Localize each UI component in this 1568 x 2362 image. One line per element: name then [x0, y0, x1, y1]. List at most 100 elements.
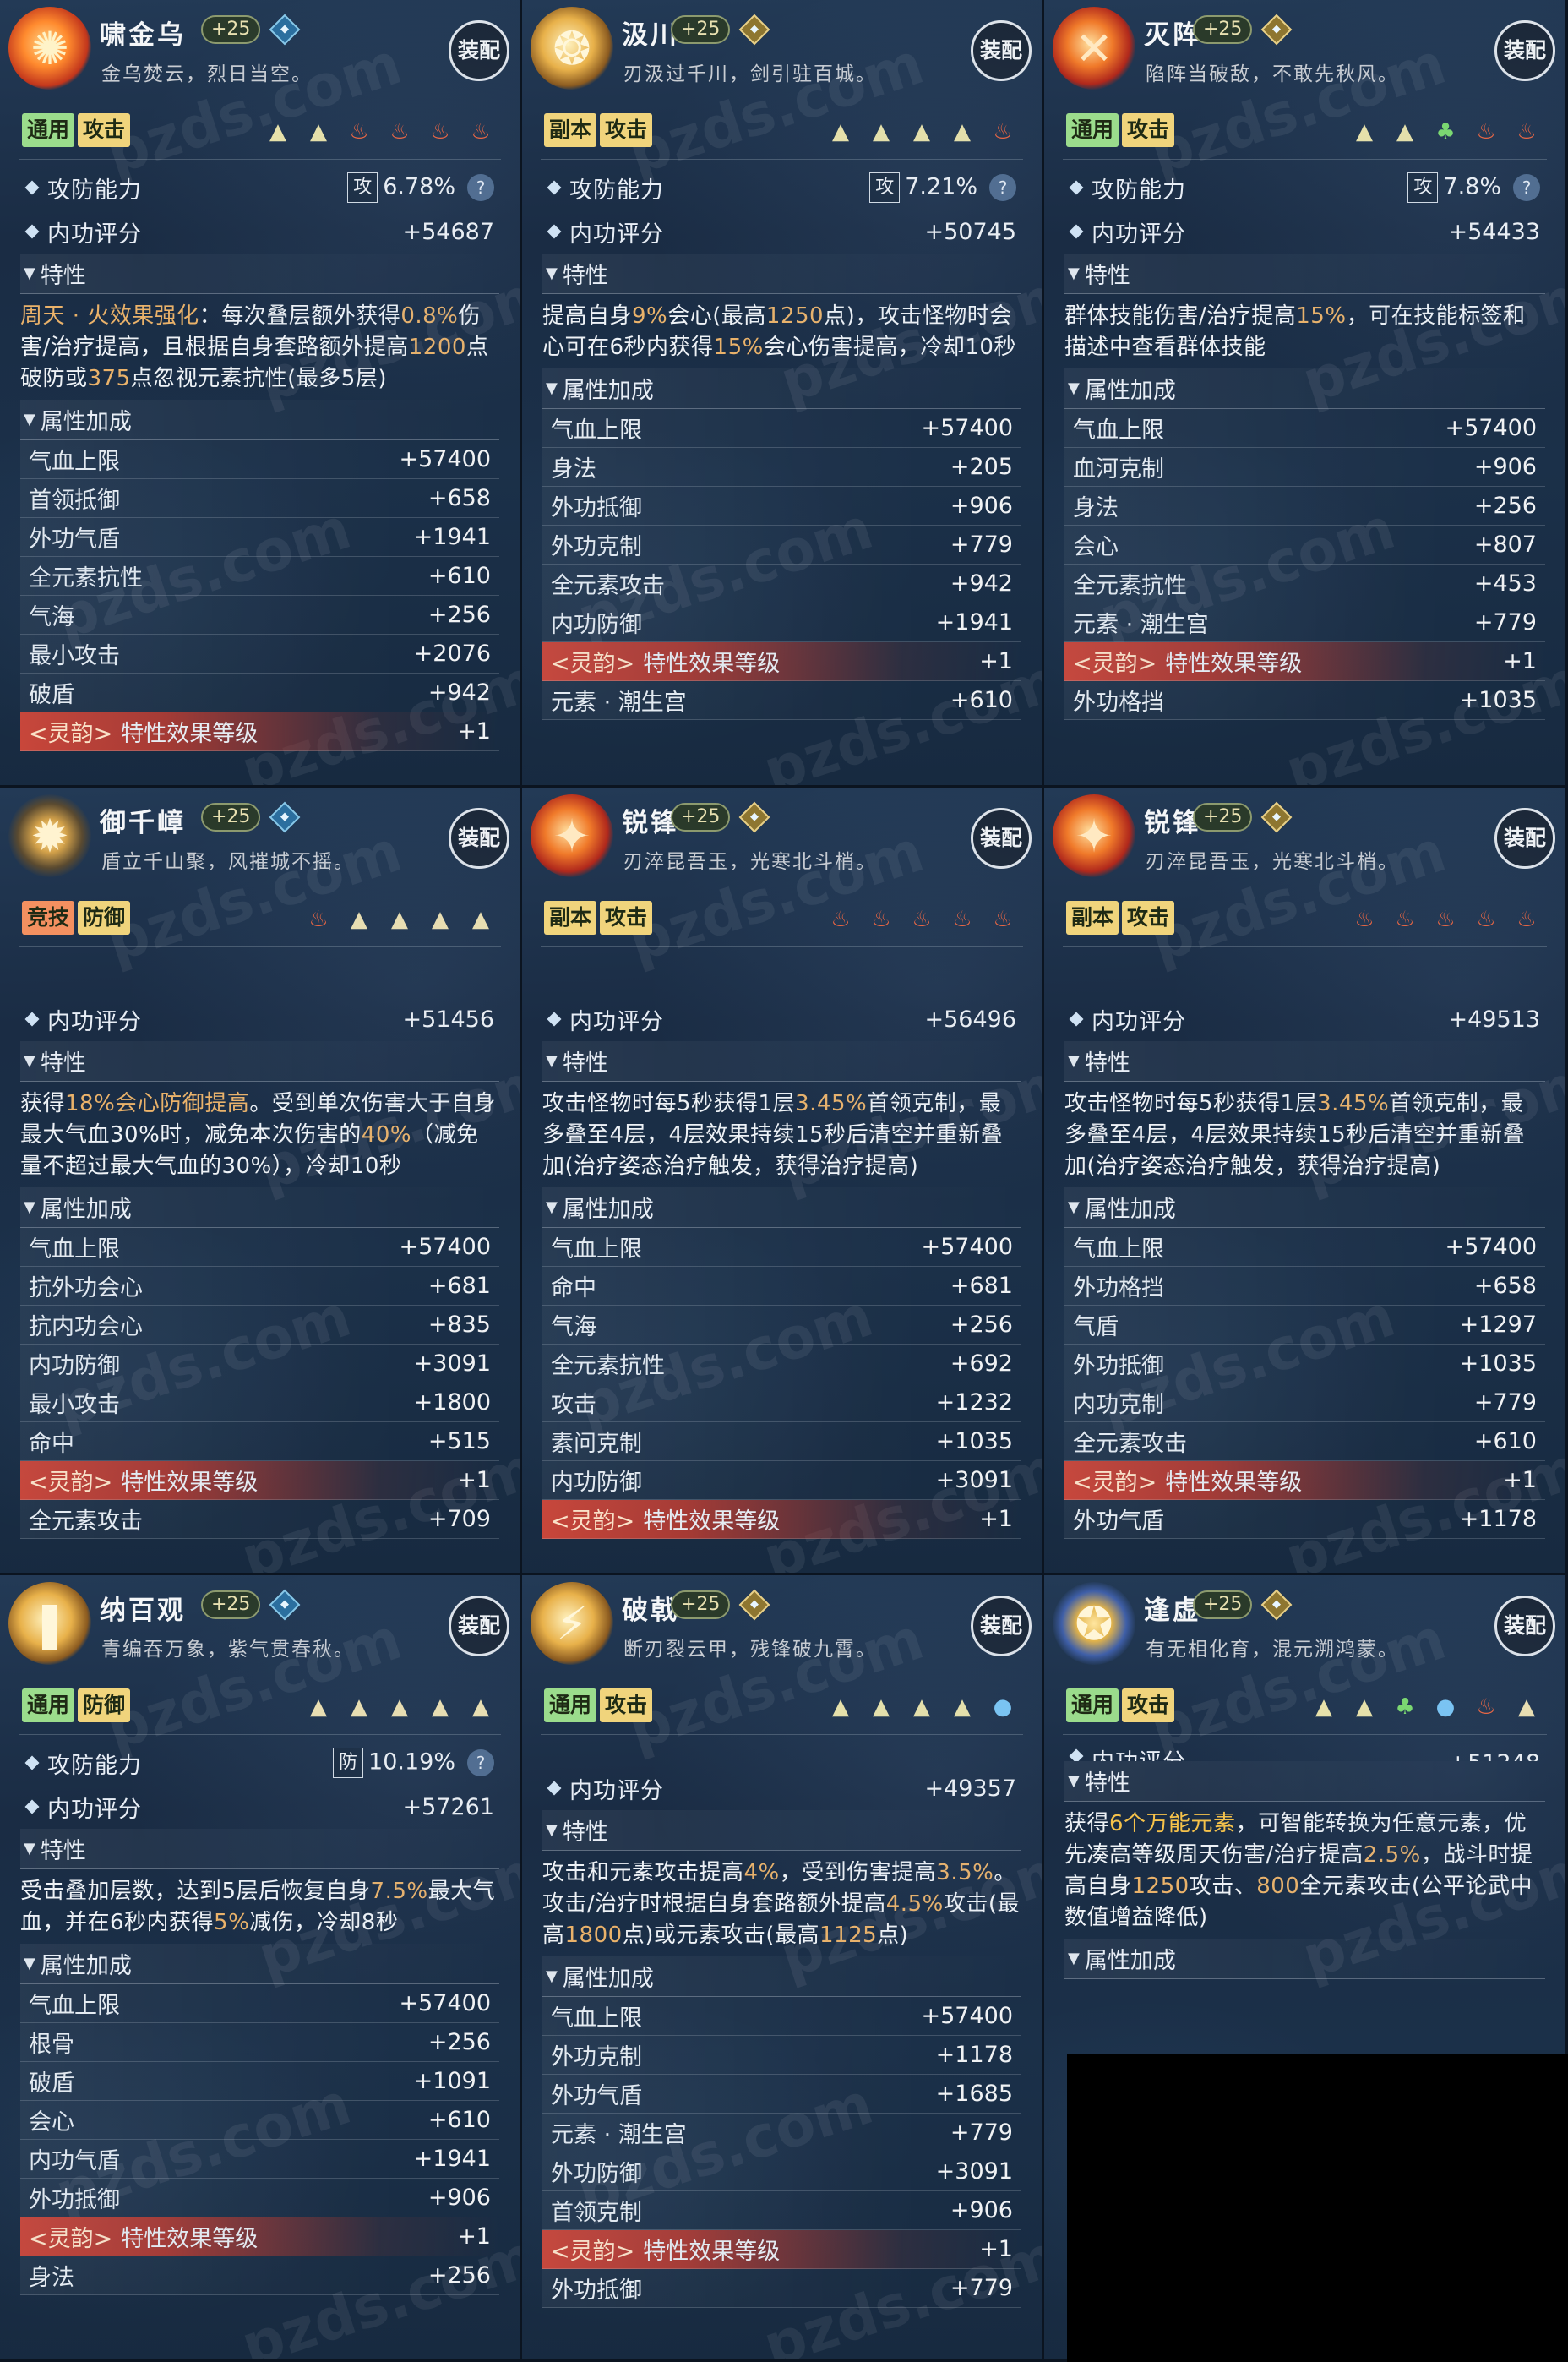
attribute-name: 内功克制: [1073, 1392, 1164, 1418]
category-tag: 通用: [544, 1688, 597, 1722]
attribute-name: 攻击: [551, 1392, 596, 1418]
attribute-value: +906: [1473, 454, 1537, 480]
equipment-subtitle: 陷阵当破敌，不敢先秋风。: [1146, 63, 1399, 85]
attribute-row: 外功抵御 +906: [20, 2179, 499, 2217]
attribute-value: +57400: [1445, 1234, 1537, 1260]
equip-button[interactable]: 装配: [1494, 20, 1555, 81]
attribute-row: 气血上限 +57400: [542, 1228, 1021, 1267]
trait-description: 周天 · 火效果强化：每次叠层额外获得0.8%伤害/治疗提高，且根据自身套路额外…: [20, 294, 499, 400]
highlight-text: 18%会心防御提高: [65, 1091, 250, 1116]
attribute-row: 气血上限 +57400: [20, 1228, 499, 1267]
attributes-header[interactable]: ▼ 属性加成: [1064, 1939, 1545, 1979]
attributes-header[interactable]: ▼ 属性加成: [1064, 368, 1545, 409]
highlight-text: 1250: [765, 303, 825, 329]
hat-element-icon: ▲: [391, 907, 408, 932]
attack-defense-value: 攻 7.8%: [1407, 172, 1501, 203]
tri-element-icon: ▲: [913, 1694, 930, 1720]
ling-attribute-name: 特性效果等级: [1165, 1470, 1303, 1496]
attribute-value: +256: [427, 2262, 491, 2288]
equipment-emblem-icon: ✪: [1053, 1582, 1135, 1665]
attributes-header[interactable]: ▼ 属性加成: [542, 1187, 1021, 1228]
attribute-name: 外功抵御: [29, 2187, 120, 2213]
trait-label: 特性: [40, 1838, 86, 1864]
tri-element-icon: ▲: [873, 119, 890, 145]
equipment-panel: pzds.compzds.compzds.compzds.com✕灭阵+25◆陷…: [1044, 0, 1568, 788]
attribute-name: 会心: [29, 2109, 74, 2136]
tri-element-icon: ▲: [1356, 1694, 1373, 1720]
attribute-row: 气血上限 +57400: [1064, 1228, 1545, 1267]
attributes-header[interactable]: ▼ 属性加成: [20, 400, 499, 440]
attributes-label: 属性加成: [562, 378, 654, 404]
trait-header[interactable]: ▼ 特性: [542, 1810, 1021, 1851]
trait-header[interactable]: ▼ 特性: [542, 1041, 1021, 1082]
help-icon[interactable]: ?: [467, 1749, 494, 1776]
trait-header[interactable]: ▼ 特性: [20, 1041, 499, 1082]
attack-defense-label: 攻防能力: [47, 1752, 142, 1779]
attribute-row: 素问克制 +1035: [542, 1422, 1021, 1461]
upgrade-level-badge: +25: [1193, 15, 1253, 44]
trait-header[interactable]: ▼ 特性: [1064, 1041, 1545, 1082]
help-icon[interactable]: ?: [1513, 174, 1540, 201]
upgrade-level-badge: +25: [1193, 803, 1253, 832]
internal-score-value: +54433: [1448, 218, 1540, 245]
trait-header[interactable]: ▼ 特性: [542, 254, 1021, 294]
panel-header: ✦ 锐锋 +25 ◆ 刃淬昆吾玉，光寒北斗梢。 装配: [522, 788, 1042, 881]
rarity-diamond-icon: ◆: [269, 1589, 301, 1621]
attribute-name: 内功防御: [551, 612, 642, 638]
equip-button[interactable]: 装配: [971, 1596, 1032, 1656]
attributes-header[interactable]: ▼ 属性加成: [542, 1956, 1021, 1997]
attack-defense-label: 攻防能力: [47, 177, 142, 204]
equip-button[interactable]: 装配: [449, 1596, 509, 1656]
ling-tag: <灵韵>: [29, 1470, 113, 1496]
equip-button[interactable]: 装配: [449, 20, 509, 81]
attributes-header[interactable]: ▼ 属性加成: [20, 1187, 499, 1228]
attributes-header[interactable]: ▼ 属性加成: [1064, 1187, 1545, 1228]
panel-body: 内功评分 +49357 ▼ 特性 攻击和元素攻击提高4%，受到伤害提高3.5%。攻击/治…: [542, 1741, 1021, 2308]
equip-button[interactable]: 装配: [971, 808, 1032, 869]
attribute-name: 外功气盾: [551, 2083, 642, 2109]
internal-score-label: 内功评分: [47, 221, 142, 248]
equipment-subtitle: 刃淬昆吾玉，光寒北斗梢。: [623, 851, 877, 873]
ling-attribute-row: <灵韵> 特性效果等级 +1: [20, 1461, 499, 1500]
attributes-label: 属性加成: [40, 1953, 132, 1979]
attack-defense-row: 攻防能力 防 10.19%?: [20, 1741, 499, 1785]
trait-label: 特性: [562, 1050, 608, 1077]
trait-header[interactable]: ▼ 特性: [20, 254, 499, 294]
ling-attribute-row: <灵韵> 特性效果等级 +1: [20, 2217, 499, 2256]
attribute-name: 外功格挡: [1073, 1275, 1164, 1301]
attribute-value: +1035: [935, 1428, 1013, 1454]
category-tag: 通用: [1066, 1688, 1119, 1722]
attribute-row: 外功气盾 +1178: [1064, 1500, 1545, 1539]
help-icon[interactable]: ?: [989, 174, 1016, 201]
equip-button[interactable]: 装配: [971, 20, 1032, 81]
score-value: +51248: [1448, 1750, 1540, 1761]
attribute-row: 全元素抗性 +453: [1064, 565, 1545, 603]
internal-score-row: 内功评分 +56496: [542, 997, 1021, 1041]
trait-header[interactable]: ▼ 特性: [1064, 1761, 1545, 1802]
internal-score-row: 内功评分 +49357: [542, 1766, 1021, 1810]
fire-element-icon: ♨: [912, 907, 932, 932]
trait-header[interactable]: ▼ 特性: [20, 1829, 499, 1869]
attributes-header[interactable]: ▼ 属性加成: [20, 1944, 499, 1984]
attribute-value: +1178: [935, 2042, 1013, 2068]
fire-element-icon: ♨: [830, 907, 851, 932]
attributes-label: 属性加成: [1084, 1948, 1176, 1974]
equipment-panel: pzds.compzds.compzds.compzds.com✺啸金乌+25◆…: [0, 0, 522, 788]
attributes-header[interactable]: ▼ 属性加成: [542, 368, 1021, 409]
attribute-row: 抗内功会心 +835: [20, 1306, 499, 1345]
highlight-text: 2.5%: [1363, 1842, 1421, 1868]
trait-description: 获得6个万能元素，可智能转换为任意元素，优先凑高等级周天伤害/治疗提高2.5%，…: [1064, 1802, 1545, 1939]
description-text: 攻击、: [1189, 1874, 1257, 1899]
fire-element-icon: ♨: [952, 907, 972, 932]
equip-button[interactable]: 装配: [449, 808, 509, 869]
equip-button[interactable]: 装配: [1494, 808, 1555, 869]
trait-header[interactable]: ▼ 特性: [1064, 254, 1545, 294]
panel-body: 内功评分 +49513 ▼ 特性 攻击怪物时每5秒获得1层3.45%首领克制，最多叠至4…: [1064, 953, 1545, 1539]
help-icon[interactable]: ?: [467, 174, 494, 201]
attribute-value: +1: [979, 1506, 1013, 1532]
attribute-name: 外功气盾: [1073, 1508, 1164, 1535]
equip-button[interactable]: 装配: [1494, 1596, 1555, 1656]
attribute-row: 气盾 +1297: [1064, 1306, 1545, 1345]
